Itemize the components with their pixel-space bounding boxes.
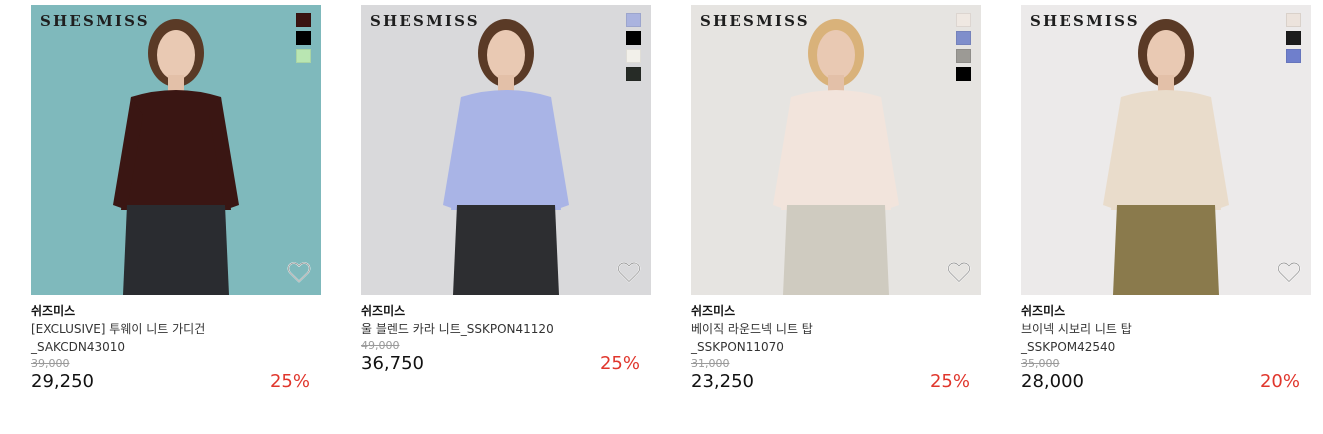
sale-price: 36,750 — [361, 353, 424, 374]
color-swatches — [956, 13, 971, 81]
discount-rate: 25% — [599, 353, 640, 374]
product-card[interactable]: SHESMISS 쉬즈미스 베이직 라운드넥 니트 탑_SSKPON11070 … — [691, 5, 981, 393]
brand-logo: SHESMISS — [1030, 12, 1140, 30]
product-name[interactable]: 베이직 라운드넥 니트 탑_SSKPON11070 — [691, 320, 891, 356]
brand-logo: SHESMISS — [370, 12, 480, 30]
heart-outline-icon[interactable] — [947, 261, 971, 283]
color-swatch[interactable] — [956, 49, 971, 63]
brand-logo: SHESMISS — [40, 12, 150, 30]
color-swatches — [626, 13, 641, 81]
brand-name[interactable]: 쉬즈미스 — [691, 304, 981, 319]
product-name[interactable]: 울 블렌드 카라 니트_SSKPON41120 — [361, 320, 561, 338]
sale-price: 23,250 — [691, 371, 754, 392]
original-price: 35,000 — [1021, 357, 1060, 370]
color-swatch[interactable] — [1286, 31, 1301, 45]
product-name[interactable]: [EXCLUSIVE] 투웨이 니트 가디건_SAKCDN43010 — [31, 320, 231, 356]
color-swatch[interactable] — [956, 31, 971, 45]
product-image[interactable]: SHESMISS — [361, 5, 651, 295]
color-swatch[interactable] — [626, 31, 641, 45]
color-swatches — [1286, 13, 1301, 63]
product-image[interactable]: SHESMISS — [1021, 5, 1311, 295]
color-swatch[interactable] — [296, 31, 311, 45]
brand-name[interactable]: 쉬즈미스 — [1021, 304, 1311, 319]
color-swatch[interactable] — [626, 13, 641, 27]
product-image[interactable]: SHESMISS — [31, 5, 321, 295]
sale-price: 28,000 — [1021, 371, 1084, 392]
product-card[interactable]: SHESMISS 쉬즈미스 [EXCLUSIVE] 투웨이 니트 가디건_SAK… — [31, 5, 321, 393]
discount-rate: 25% — [929, 371, 970, 392]
color-swatch[interactable] — [956, 13, 971, 27]
color-swatch[interactable] — [296, 49, 311, 63]
brand-name[interactable]: 쉬즈미스 — [361, 304, 651, 319]
product-info: 쉬즈미스 베이직 라운드넥 니트 탑_SSKPON11070 31,000 23… — [691, 295, 981, 393]
price-row: 28,000 20% — [1021, 371, 1311, 393]
product-image[interactable]: SHESMISS — [691, 5, 981, 295]
model-photo — [1103, 19, 1229, 295]
product-name[interactable]: 브이넥 시보리 니트 탑_SSKPOM42540 — [1021, 320, 1221, 356]
color-swatch[interactable] — [956, 67, 971, 81]
heart-outline-icon[interactable] — [287, 261, 311, 283]
model-photo — [443, 19, 569, 295]
product-info: 쉬즈미스 [EXCLUSIVE] 투웨이 니트 가디건_SAKCDN43010 … — [31, 295, 321, 393]
heart-outline-icon[interactable] — [617, 261, 641, 283]
original-price: 49,000 — [361, 339, 400, 352]
product-grid: SHESMISS 쉬즈미스 [EXCLUSIVE] 투웨이 니트 가디건_SAK… — [0, 0, 1323, 434]
sale-price: 29,250 — [31, 371, 94, 392]
model-photo — [773, 19, 899, 295]
price-row: 23,250 25% — [691, 371, 981, 393]
color-swatch[interactable] — [1286, 49, 1301, 63]
price-row: 36,750 25% — [361, 353, 651, 375]
discount-rate: 25% — [269, 371, 310, 392]
color-swatch[interactable] — [1286, 13, 1301, 27]
original-price: 31,000 — [691, 357, 730, 370]
brand-logo: SHESMISS — [700, 12, 810, 30]
product-card[interactable]: SHESMISS 쉬즈미스 울 블렌드 카라 니트_SSKPON41120 49… — [361, 5, 651, 375]
product-info: 쉬즈미스 브이넥 시보리 니트 탑_SSKPOM42540 35,000 28,… — [1021, 295, 1311, 393]
brand-name[interactable]: 쉬즈미스 — [31, 304, 321, 319]
color-swatches — [296, 13, 311, 63]
price-row: 29,250 25% — [31, 371, 321, 393]
color-swatch[interactable] — [296, 13, 311, 27]
discount-rate: 20% — [1259, 371, 1300, 392]
product-card[interactable]: SHESMISS 쉬즈미스 브이넥 시보리 니트 탑_SSKPOM42540 3… — [1021, 5, 1311, 393]
model-photo — [113, 19, 239, 295]
heart-outline-icon[interactable] — [1277, 261, 1301, 283]
original-price: 39,000 — [31, 357, 70, 370]
color-swatch[interactable] — [626, 67, 641, 81]
color-swatch[interactable] — [626, 49, 641, 63]
product-info: 쉬즈미스 울 블렌드 카라 니트_SSKPON41120 49,000 36,7… — [361, 295, 651, 375]
